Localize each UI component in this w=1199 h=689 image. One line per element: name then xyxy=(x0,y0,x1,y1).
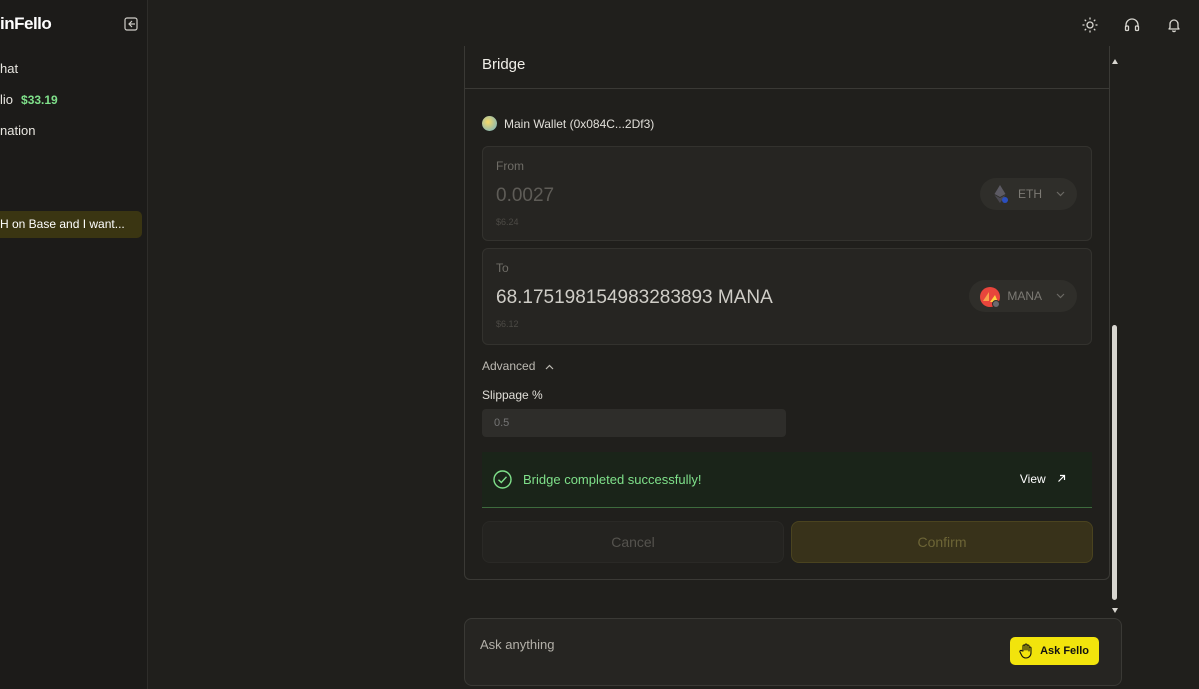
scroll-up-icon[interactable] xyxy=(1111,58,1119,65)
scroll-down-icon[interactable] xyxy=(1111,607,1119,614)
bridge-card: Bridge Main Wallet (0x084C...2Df3) From … xyxy=(464,46,1110,580)
chat-input[interactable] xyxy=(478,633,982,655)
from-token-select[interactable]: ETH xyxy=(980,178,1077,210)
chat-composer: Ask Fello xyxy=(464,618,1122,686)
sun-icon[interactable] xyxy=(1082,17,1098,38)
advanced-label: Advanced xyxy=(482,359,536,373)
confirm-button[interactable]: Confirm xyxy=(791,521,1093,563)
from-box: From 0.0027 $6.24 ETH xyxy=(482,146,1092,241)
slippage-label: Slippage % xyxy=(482,388,543,402)
chevron-up-icon xyxy=(545,359,554,373)
sidebar-item-third[interactable]: nation xyxy=(0,123,35,138)
portfolio-value: $33.19 xyxy=(21,93,58,107)
ask-fello-label: Ask Fello xyxy=(1040,645,1089,657)
success-banner: Bridge completed successfully! View xyxy=(482,452,1092,508)
eth-icon xyxy=(990,184,1010,204)
mana-icon xyxy=(979,286,1001,308)
to-amount: 68.175198154983283893 MANA xyxy=(496,287,773,308)
external-link-icon xyxy=(1057,472,1066,486)
view-transaction-link[interactable]: View xyxy=(1020,472,1066,486)
to-box: To 68.175198154983283893 MANA $6.12 MANA xyxy=(482,248,1092,345)
hand-icon xyxy=(1018,643,1034,659)
bridge-card-header: Bridge xyxy=(465,46,1109,89)
slippage-input[interactable] xyxy=(482,409,786,437)
to-token-symbol: MANA xyxy=(1007,289,1042,303)
collapse-sidebar-icon[interactable] xyxy=(124,17,138,31)
chevron-down-icon xyxy=(1056,189,1065,199)
brand-logo: inFello xyxy=(0,14,52,33)
from-amount[interactable]: 0.0027 xyxy=(496,185,554,207)
sidebar: inFello hat lio $33.19 nation H on Base a… xyxy=(0,0,148,689)
scroll-thumb[interactable] xyxy=(1112,325,1117,600)
success-message: Bridge completed successfully! xyxy=(523,472,702,487)
chevron-down-icon xyxy=(1056,291,1065,301)
wallet-label: Main Wallet (0x084C...2Df3) xyxy=(504,116,655,131)
check-circle-icon xyxy=(493,470,512,489)
wallet-avatar-icon xyxy=(482,116,497,131)
from-usd-value: $6.24 xyxy=(496,217,519,227)
sidebar-item-chat[interactable]: hat xyxy=(0,61,18,76)
sidebar-item-portfolio[interactable]: lio $33.19 xyxy=(0,92,58,107)
wallet-selector[interactable]: Main Wallet (0x084C...2Df3) xyxy=(482,116,654,131)
headset-icon[interactable] xyxy=(1124,17,1140,38)
bell-icon[interactable] xyxy=(1166,17,1182,38)
scrollbar[interactable] xyxy=(1110,58,1120,616)
to-usd-value: $6.12 xyxy=(496,319,519,329)
bridge-title: Bridge xyxy=(482,56,526,73)
sidebar-item-portfolio-label: lio xyxy=(0,92,14,107)
ask-fello-button[interactable]: Ask Fello xyxy=(1010,637,1099,665)
view-label: View xyxy=(1019,472,1046,486)
cancel-button[interactable]: Cancel xyxy=(482,521,784,563)
from-token-symbol: ETH xyxy=(1018,187,1042,201)
history-item[interactable]: H on Base and I want... xyxy=(0,211,142,238)
advanced-toggle[interactable]: Advanced xyxy=(482,359,554,373)
to-token-select[interactable]: MANA xyxy=(969,280,1077,312)
to-label: To xyxy=(496,261,509,275)
from-label: From xyxy=(496,159,524,173)
